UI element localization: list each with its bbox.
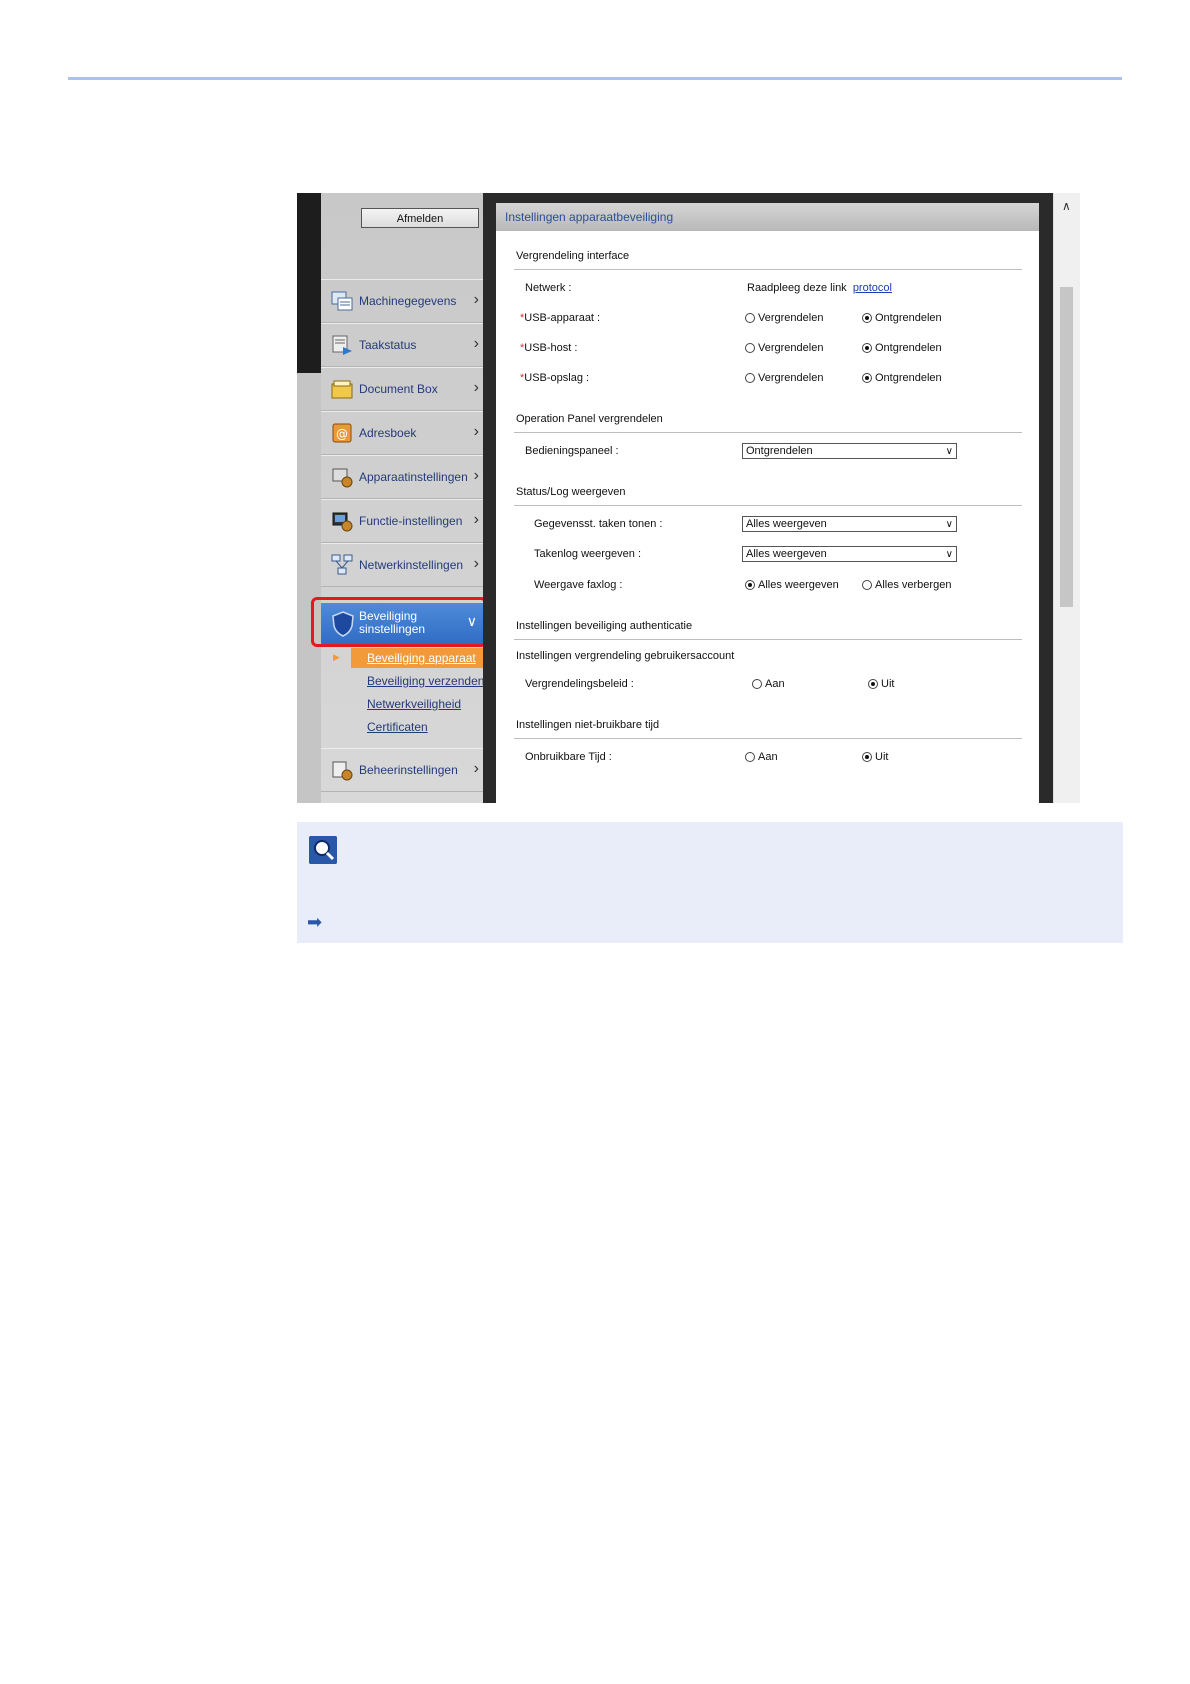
svg-text:@: @ [336, 427, 348, 441]
divider [514, 738, 1022, 739]
section-panel-lock: Operation Panel vergrendelen [516, 413, 663, 425]
sidebar-item-management-settings[interactable]: Beheerinstellingen › [321, 748, 483, 792]
sidebar-item-machine-info[interactable]: Machinegegevens › [321, 279, 483, 323]
subnav-certificates[interactable]: Certificaten [351, 717, 501, 737]
caret-right-icon: ▶ [333, 652, 340, 662]
chevron-right-icon: › [473, 760, 479, 777]
sidebar-item-network-settings[interactable]: Netwerkinstellingen › [321, 543, 483, 587]
fax-log-hide-all-radio[interactable]: Alles verbergen [862, 579, 951, 591]
sidebar-item-label: Adresboek [359, 426, 417, 440]
settings-panel: Instellingen apparaatbeveiliging Vergren… [496, 203, 1039, 803]
fax-log-show-all-radio[interactable]: Alles weergeven [745, 579, 839, 591]
sidebar: Afmelden Machinegegevens › Taakstatus › … [321, 193, 503, 803]
section-unusable-time: Instellingen niet-bruikbare tijd [516, 719, 660, 731]
sidebar-item-label: Beheerinstellingen [359, 763, 458, 777]
network-label: Netwerk : [525, 282, 572, 294]
subnav-send-security[interactable]: Beveiliging verzenden [351, 671, 501, 691]
chevron-right-icon: › [473, 511, 479, 528]
section-interface-lock: Vergrendeling interface [516, 250, 630, 262]
divider [514, 432, 1022, 433]
chevron-right-icon: › [473, 467, 479, 484]
logout-button[interactable]: Afmelden [361, 208, 479, 228]
chevron-right-icon: › [473, 335, 479, 352]
divider [514, 269, 1022, 270]
divider [514, 639, 1022, 640]
unusable-time-label: Onbruikbare Tijd : [525, 751, 612, 763]
divider [514, 505, 1022, 506]
subnav-network-security[interactable]: Netwerkveiligheid [351, 694, 501, 714]
chevron-right-icon: › [473, 291, 479, 308]
embedded-screenshot: Afmelden Machinegegevens › Taakstatus › … [297, 193, 1080, 803]
stored-jobs-label: Gegevensst. taken tonen : [534, 518, 663, 530]
subnav-link[interactable]: Beveiliging apparaat [367, 651, 476, 665]
unusable-time-off-radio[interactable]: Uit [862, 751, 888, 763]
section-status-log: Status/Log weergeven [516, 486, 626, 498]
top-rule [68, 77, 1122, 80]
section-account-lock: Instellingen vergrendeling gebruikersacc… [516, 650, 735, 662]
vertical-scrollbar[interactable]: ∧ [1053, 193, 1080, 803]
stored-jobs-select[interactable]: Alles weergeven ∨ [742, 516, 957, 532]
highlight-frame [311, 597, 487, 647]
job-log-select[interactable]: Alles weergeven ∨ [742, 546, 957, 562]
usb-host-unlock-radio[interactable]: Ontgrendelen [862, 342, 942, 354]
usb-storage-unlock-radio[interactable]: Ontgrendelen [862, 372, 942, 384]
chevron-down-icon: ∨ [945, 446, 953, 457]
scrollbar-thumb[interactable] [1060, 287, 1073, 607]
sidebar-item-label: Functie-instellingen [359, 514, 463, 528]
unusable-time-on-radio[interactable]: Aan [745, 751, 778, 763]
chevron-right-icon: › [473, 379, 479, 396]
sidebar-item-label: Document Box [359, 382, 438, 396]
network-settings-icon [331, 554, 353, 575]
usb-device-lock-radio[interactable]: Vergrendelen [745, 312, 823, 324]
usb-host-label: *USB-host : [520, 342, 578, 354]
protocol-link[interactable]: protocol [853, 282, 892, 294]
subnav-link[interactable]: Netwerkveiligheid [367, 697, 461, 711]
chevron-right-icon: › [473, 423, 479, 440]
device-settings-icon [332, 468, 353, 488]
sidebar-item-label: Taakstatus [359, 338, 417, 352]
subnav-device-security[interactable]: ▶ Beveiliging apparaat [333, 648, 503, 668]
lockout-on-radio[interactable]: Aan [752, 678, 785, 690]
note-box: ➡ [297, 822, 1123, 943]
lockout-policy-label: Vergrendelingsbeleid : [525, 678, 634, 690]
sidebar-item-address-book[interactable]: @ Adresboek › [321, 411, 483, 455]
chevron-down-icon: ∨ [945, 549, 953, 560]
machine-info-icon [331, 291, 353, 311]
usb-device-label: *USB-apparaat : [520, 312, 601, 324]
chevron-right-icon: › [473, 555, 479, 572]
subnav-link[interactable]: Certificaten [367, 720, 428, 734]
sidebar-item-label: Machinegegevens [359, 294, 457, 308]
lockout-off-radio[interactable]: Uit [868, 678, 894, 690]
job-log-label: Takenlog weergeven : [534, 548, 642, 560]
sidebar-item-device-settings[interactable]: Apparaatinstellingen › [321, 455, 483, 499]
arrow-right-icon: ➡ [307, 912, 323, 932]
usb-device-unlock-radio[interactable]: Ontgrendelen [862, 312, 942, 324]
management-settings-icon [332, 761, 353, 781]
chevron-up-icon[interactable]: ∧ [1062, 199, 1071, 213]
document-box-icon [331, 380, 353, 399]
sidebar-item-label: Netwerkinstellingen [359, 558, 464, 572]
section-auth-security: Instellingen beveiliging authenticatie [516, 620, 693, 632]
sidebar-item-document-box[interactable]: Document Box › [321, 367, 483, 411]
job-status-icon [332, 335, 352, 355]
usb-storage-label: *USB-opslag : [520, 372, 590, 384]
operation-panel-label: Bedieningspaneel : [525, 445, 619, 457]
operation-panel-select[interactable]: Ontgrendelen ∨ [742, 443, 957, 459]
panel-title: Instellingen apparaatbeveiliging [496, 203, 1039, 231]
subnav-link[interactable]: Beveiliging verzenden [367, 674, 484, 688]
fax-log-label: Weergave faxlog : [534, 579, 623, 591]
address-book-icon: @ [332, 423, 352, 443]
note-magnifier-icon [309, 836, 337, 864]
chevron-down-icon: ∨ [945, 519, 953, 530]
sidebar-item-job-status[interactable]: Taakstatus › [321, 323, 483, 367]
usb-storage-lock-radio[interactable]: Vergrendelen [745, 372, 823, 384]
sidebar-item-function-settings[interactable]: Functie-instellingen › [321, 499, 483, 543]
usb-host-lock-radio[interactable]: Vergrendelen [745, 342, 823, 354]
network-text: Raadpleeg deze link protocol [747, 282, 892, 294]
left-edge [297, 193, 321, 803]
function-settings-icon [332, 512, 353, 532]
sidebar-item-label: Apparaatinstellingen [359, 470, 468, 484]
